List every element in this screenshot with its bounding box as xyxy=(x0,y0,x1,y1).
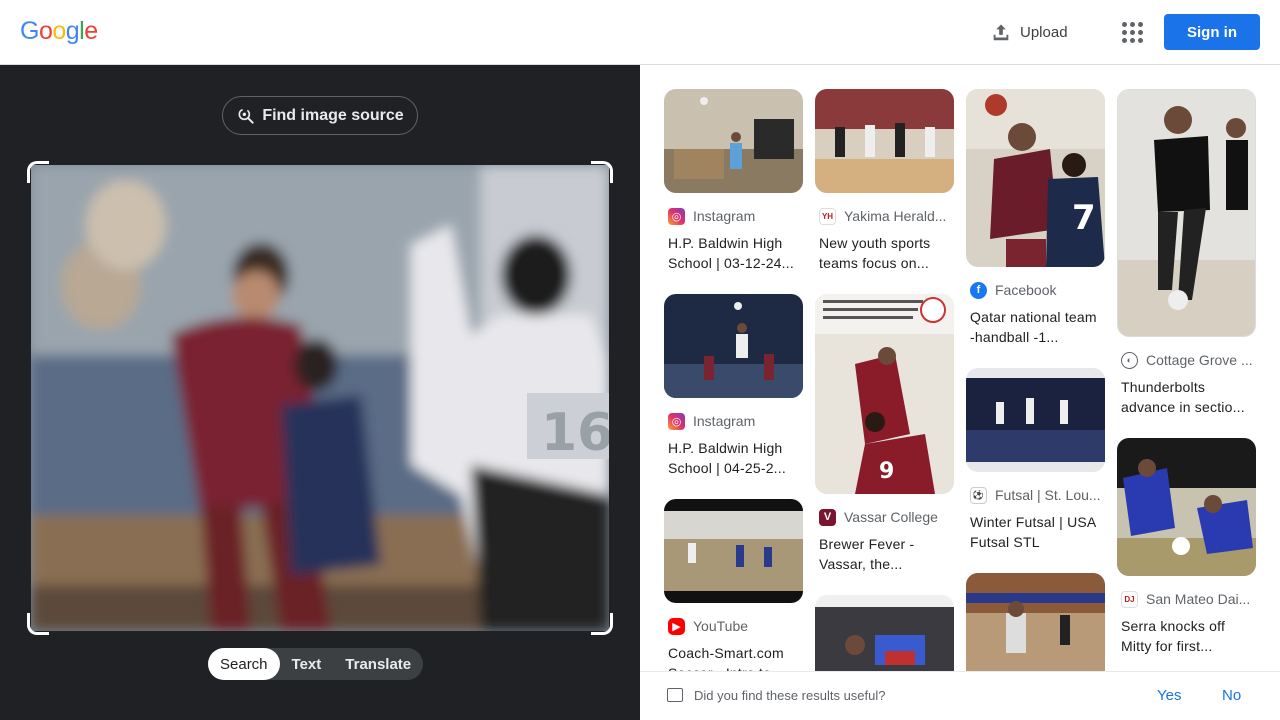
result-title[interactable]: H.P. Baldwin High School | 03-12-24... xyxy=(668,233,800,273)
feedback-yes-button[interactable]: Yes xyxy=(1157,687,1181,704)
result-thumbnail[interactable] xyxy=(664,499,803,603)
result-source[interactable]: YH Yakima Herald... xyxy=(819,207,954,225)
result-card[interactable]: ◎ Instagram H.P. Baldwin High School | 0… xyxy=(664,294,803,478)
logo-letter: o xyxy=(38,17,53,45)
feedback-no-button[interactable]: No xyxy=(1222,687,1241,704)
result-card[interactable]: 7 f Facebook Qatar national team -handba… xyxy=(966,89,1105,347)
result-thumbnail[interactable]: 7 xyxy=(966,89,1105,267)
results-column: YH Yakima Herald... New youth sports tea… xyxy=(815,89,954,685)
crop-handle-top-right[interactable] xyxy=(591,161,613,183)
result-card[interactable]: ⚽ Futsal | St. Lou... Winter Futsal | US… xyxy=(966,368,1105,552)
result-source[interactable]: ◎ Instagram xyxy=(668,412,803,430)
result-thumbnail[interactable] xyxy=(815,89,954,193)
result-title[interactable]: Qatar national team -handball -1... xyxy=(970,307,1102,347)
result-source[interactable]: DJ San Mateo Dai... xyxy=(1121,590,1256,608)
upload-icon xyxy=(993,24,1009,41)
san-mateo-icon: DJ xyxy=(1121,590,1138,608)
result-card[interactable]: 9 V Vassar College Brewer Fever - Vassar… xyxy=(815,294,954,574)
facebook-icon: f xyxy=(970,281,987,299)
result-source[interactable]: ▶ YouTube xyxy=(668,617,803,635)
instagram-icon: ◎ xyxy=(668,207,685,225)
result-thumbnail[interactable] xyxy=(1117,438,1256,576)
header: Google Upload Sign in xyxy=(0,0,1280,65)
upload-label: Upload xyxy=(1020,23,1068,41)
result-card[interactable]: ◎ Instagram H.P. Baldwin High School | 0… xyxy=(664,89,803,273)
futsal-icon: ⚽ xyxy=(970,486,987,504)
vassar-icon: V xyxy=(819,508,836,526)
find-image-source-label: Find image source xyxy=(262,106,404,124)
result-source[interactable]: V Vassar College xyxy=(819,508,954,526)
results-column: ◐ Cottage Grove ... Thunderbolts advance… xyxy=(1117,89,1256,656)
tab-translate[interactable]: Translate xyxy=(333,648,423,680)
youtube-icon: ▶ xyxy=(668,617,685,635)
visual-matches: ◎ Instagram H.P. Baldwin High School | 0… xyxy=(640,65,1280,720)
result-thumbnail[interactable]: 9 xyxy=(815,294,954,494)
google-apps-icon[interactable] xyxy=(1120,20,1144,44)
feedback-question: Did you find these results useful? xyxy=(694,688,886,703)
find-image-source-button[interactable]: Find image source xyxy=(222,96,418,135)
lens-search-icon xyxy=(238,108,254,124)
sign-in-button[interactable]: Sign in xyxy=(1164,14,1260,50)
tab-text[interactable]: Text xyxy=(280,648,334,680)
tab-search[interactable]: Search xyxy=(208,648,280,680)
yakima-herald-icon: YH xyxy=(819,207,836,225)
result-thumbnail[interactable] xyxy=(1117,89,1256,337)
result-title[interactable]: Thunderbolts advance in sectio... xyxy=(1121,377,1253,417)
lens-panel: Find image source 16 Search Text Transla… xyxy=(0,65,640,720)
feedback-icon xyxy=(667,688,683,702)
result-card[interactable]: DJ San Mateo Dai... Serra knocks off Mit… xyxy=(1117,438,1256,656)
google-logo[interactable]: Google xyxy=(20,17,98,46)
crop-handle-bottom-left[interactable] xyxy=(27,613,49,635)
result-source[interactable]: ◐ Cottage Grove ... xyxy=(1121,351,1256,369)
svg-text:9: 9 xyxy=(879,459,894,484)
result-title[interactable]: New youth sports teams focus on... xyxy=(819,233,951,273)
image-crop-viewer[interactable]: 16 xyxy=(27,161,613,635)
result-title[interactable]: Serra knocks off Mitty for first... xyxy=(1121,616,1253,656)
result-source[interactable]: ◎ Instagram xyxy=(668,207,803,225)
result-thumbnail[interactable] xyxy=(966,368,1105,472)
logo-letter: e xyxy=(84,17,98,45)
result-card[interactable]: ▶ YouTube Coach-Smart.com Soccer - Intro… xyxy=(664,499,803,683)
result-source[interactable]: ⚽ Futsal | St. Lou... xyxy=(970,486,1105,504)
upload-button[interactable]: Upload xyxy=(990,18,1068,46)
result-source[interactable]: f Facebook xyxy=(970,281,1105,299)
logo-letter: G xyxy=(20,17,39,45)
result-card[interactable]: ◐ Cottage Grove ... Thunderbolts advance… xyxy=(1117,89,1256,417)
svg-text:7: 7 xyxy=(1072,198,1096,238)
instagram-icon: ◎ xyxy=(668,412,685,430)
result-thumbnail[interactable] xyxy=(664,294,803,398)
result-title[interactable]: Brewer Fever - Vassar, the... xyxy=(819,534,951,574)
result-title[interactable]: H.P. Baldwin High School | 04-25-2... xyxy=(668,438,800,478)
result-title[interactable]: Winter Futsal | USA Futsal STL xyxy=(970,512,1102,552)
svg-text:16: 16 xyxy=(541,403,609,463)
logo-letter: g xyxy=(65,17,80,45)
feedback-bar: Did you find these results useful? Yes N… xyxy=(640,671,1280,720)
result-card[interactable]: YH Yakima Herald... New youth sports tea… xyxy=(815,89,954,273)
logo-letter: o xyxy=(52,17,66,45)
result-thumbnail[interactable] xyxy=(966,573,1105,683)
crop-handle-top-left[interactable] xyxy=(27,161,49,183)
result-thumbnail[interactable] xyxy=(664,89,803,193)
crop-handle-bottom-right[interactable] xyxy=(591,613,613,635)
result-card[interactable] xyxy=(966,573,1105,683)
results-column: 7 f Facebook Qatar national team -handba… xyxy=(966,89,1105,683)
lens-mode-switch: Search Text Translate xyxy=(208,648,424,680)
globe-icon: ◐ xyxy=(1121,351,1138,369)
query-image: 16 xyxy=(31,165,609,631)
results-column: ◎ Instagram H.P. Baldwin High School | 0… xyxy=(664,89,803,683)
